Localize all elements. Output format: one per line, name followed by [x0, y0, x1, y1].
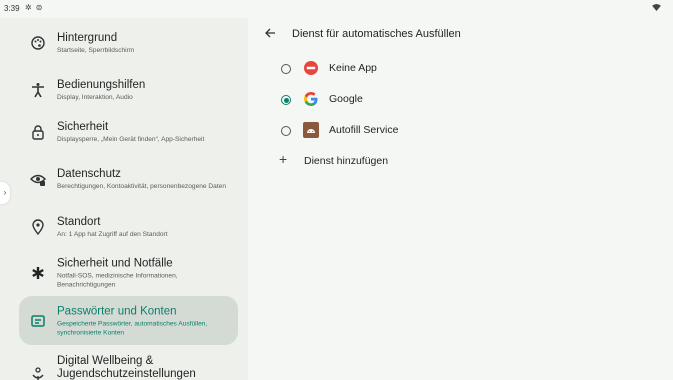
- settings-icon: ✲: [25, 3, 32, 12]
- accessibility-icon: [30, 82, 46, 98]
- sidebar-item-title: Passwörter und Konten: [57, 305, 177, 317]
- status-time: 3:39: [4, 4, 20, 13]
- radio-button[interactable]: [281, 126, 291, 136]
- sidebar-item-subtitle: Berechtigungen, Kontoaktivität, personen…: [57, 182, 226, 190]
- option-autofill-service[interactable]: Autofill Service: [273, 121, 573, 141]
- sidebar-item-subtitle: Gespeicherte Passwörter, automatisches A…: [57, 320, 208, 336]
- option-label: Google: [329, 93, 363, 105]
- option-keine-app[interactable]: Keine App: [273, 59, 573, 79]
- no-entry-icon: [303, 60, 319, 76]
- option-google[interactable]: Google: [273, 90, 573, 110]
- page-title: Dienst für automatisches Ausfüllen: [292, 28, 461, 40]
- sidebar-item-datenschutz[interactable]: Datenschutz Berechtigungen, Kontoaktivit…: [19, 154, 238, 203]
- location-pin-icon: [30, 218, 46, 235]
- back-arrow-icon[interactable]: [264, 27, 276, 39]
- sidebar-item-title: Standort: [57, 215, 101, 228]
- account-card-icon: [30, 313, 46, 329]
- sidebar-item-title: Datenschutz: [57, 167, 121, 180]
- sidebar-item-title: Sicherheit: [57, 120, 109, 133]
- sidebar-item-title: Sicherheit und Notfälle: [57, 257, 173, 269]
- sidebar-item-passwoerter[interactable]: Passwörter und Konten Gespeicherte Passw…: [19, 296, 238, 345]
- wellbeing-icon: [30, 366, 46, 380]
- wifi-icon: [652, 4, 661, 11]
- sidebar-item-subtitle: An: 1 App hat Zugriff auf den Standort: [57, 230, 168, 238]
- android-icon: [303, 122, 319, 138]
- sidebar-item-standort[interactable]: Standort An: 1 App hat Zugriff auf den S…: [19, 202, 238, 251]
- sidebar-item-subtitle: Startseite, Sperrbildschirm: [57, 46, 135, 54]
- privacy-eye-icon: [30, 171, 46, 187]
- sync-icon: ⊜: [35, 3, 43, 12]
- emergency-asterisk-icon: [30, 265, 46, 281]
- add-service-button[interactable]: + Dienst hinzufügen: [273, 151, 573, 172]
- status-bar: 3:39 ✲ ⊜: [0, 0, 673, 18]
- sidebar-item-notfall[interactable]: Sicherheit und Notfälle Notfall-SOS, med…: [19, 248, 238, 297]
- sidebar-item-subtitle: Display, Interaktion, Audio: [57, 93, 133, 101]
- sidebar-item-hintergrund[interactable]: Hintergrund Startseite, Sperrbildschirm: [19, 18, 238, 67]
- sidebar-item-wellbeing[interactable]: Digital Wellbeing & Jugendschutzeinstell…: [19, 350, 238, 380]
- add-service-label: Dienst hinzufügen: [304, 155, 389, 167]
- palette-icon: [30, 35, 46, 51]
- sidebar-item-subtitle: Notfall-SOS, medizinische Informationen,…: [57, 272, 178, 288]
- plus-icon: +: [279, 151, 288, 167]
- settings-sidebar[interactable]: Hintergrund Startseite, Sperrbildschirm …: [0, 18, 248, 380]
- status-icons: ✲ ⊜: [25, 3, 42, 12]
- sidebar-item-title: Hintergrund: [57, 31, 118, 44]
- radio-button-selected[interactable]: [281, 95, 291, 105]
- google-icon: [303, 91, 319, 107]
- autofill-service-panel: Dienst für automatisches Ausfüllen Keine…: [248, 18, 673, 380]
- sidebar-item-sicherheit[interactable]: Sicherheit Displaysperre, „Mein Gerät fi…: [19, 107, 238, 156]
- radio-button[interactable]: [281, 64, 291, 74]
- sidebar-item-title: Bedienungshilfen: [57, 78, 146, 91]
- sidebar-item-subtitle: Displaysperre, „Mein Gerät finden“, App-…: [57, 135, 205, 143]
- sidebar-item-title: Digital Wellbeing & Jugendschutzeinstell…: [57, 355, 196, 380]
- option-label: Autofill Service: [329, 124, 399, 136]
- option-label: Keine App: [329, 62, 377, 74]
- chevron-right-icon: ›: [3, 188, 7, 197]
- lock-icon: [30, 124, 46, 140]
